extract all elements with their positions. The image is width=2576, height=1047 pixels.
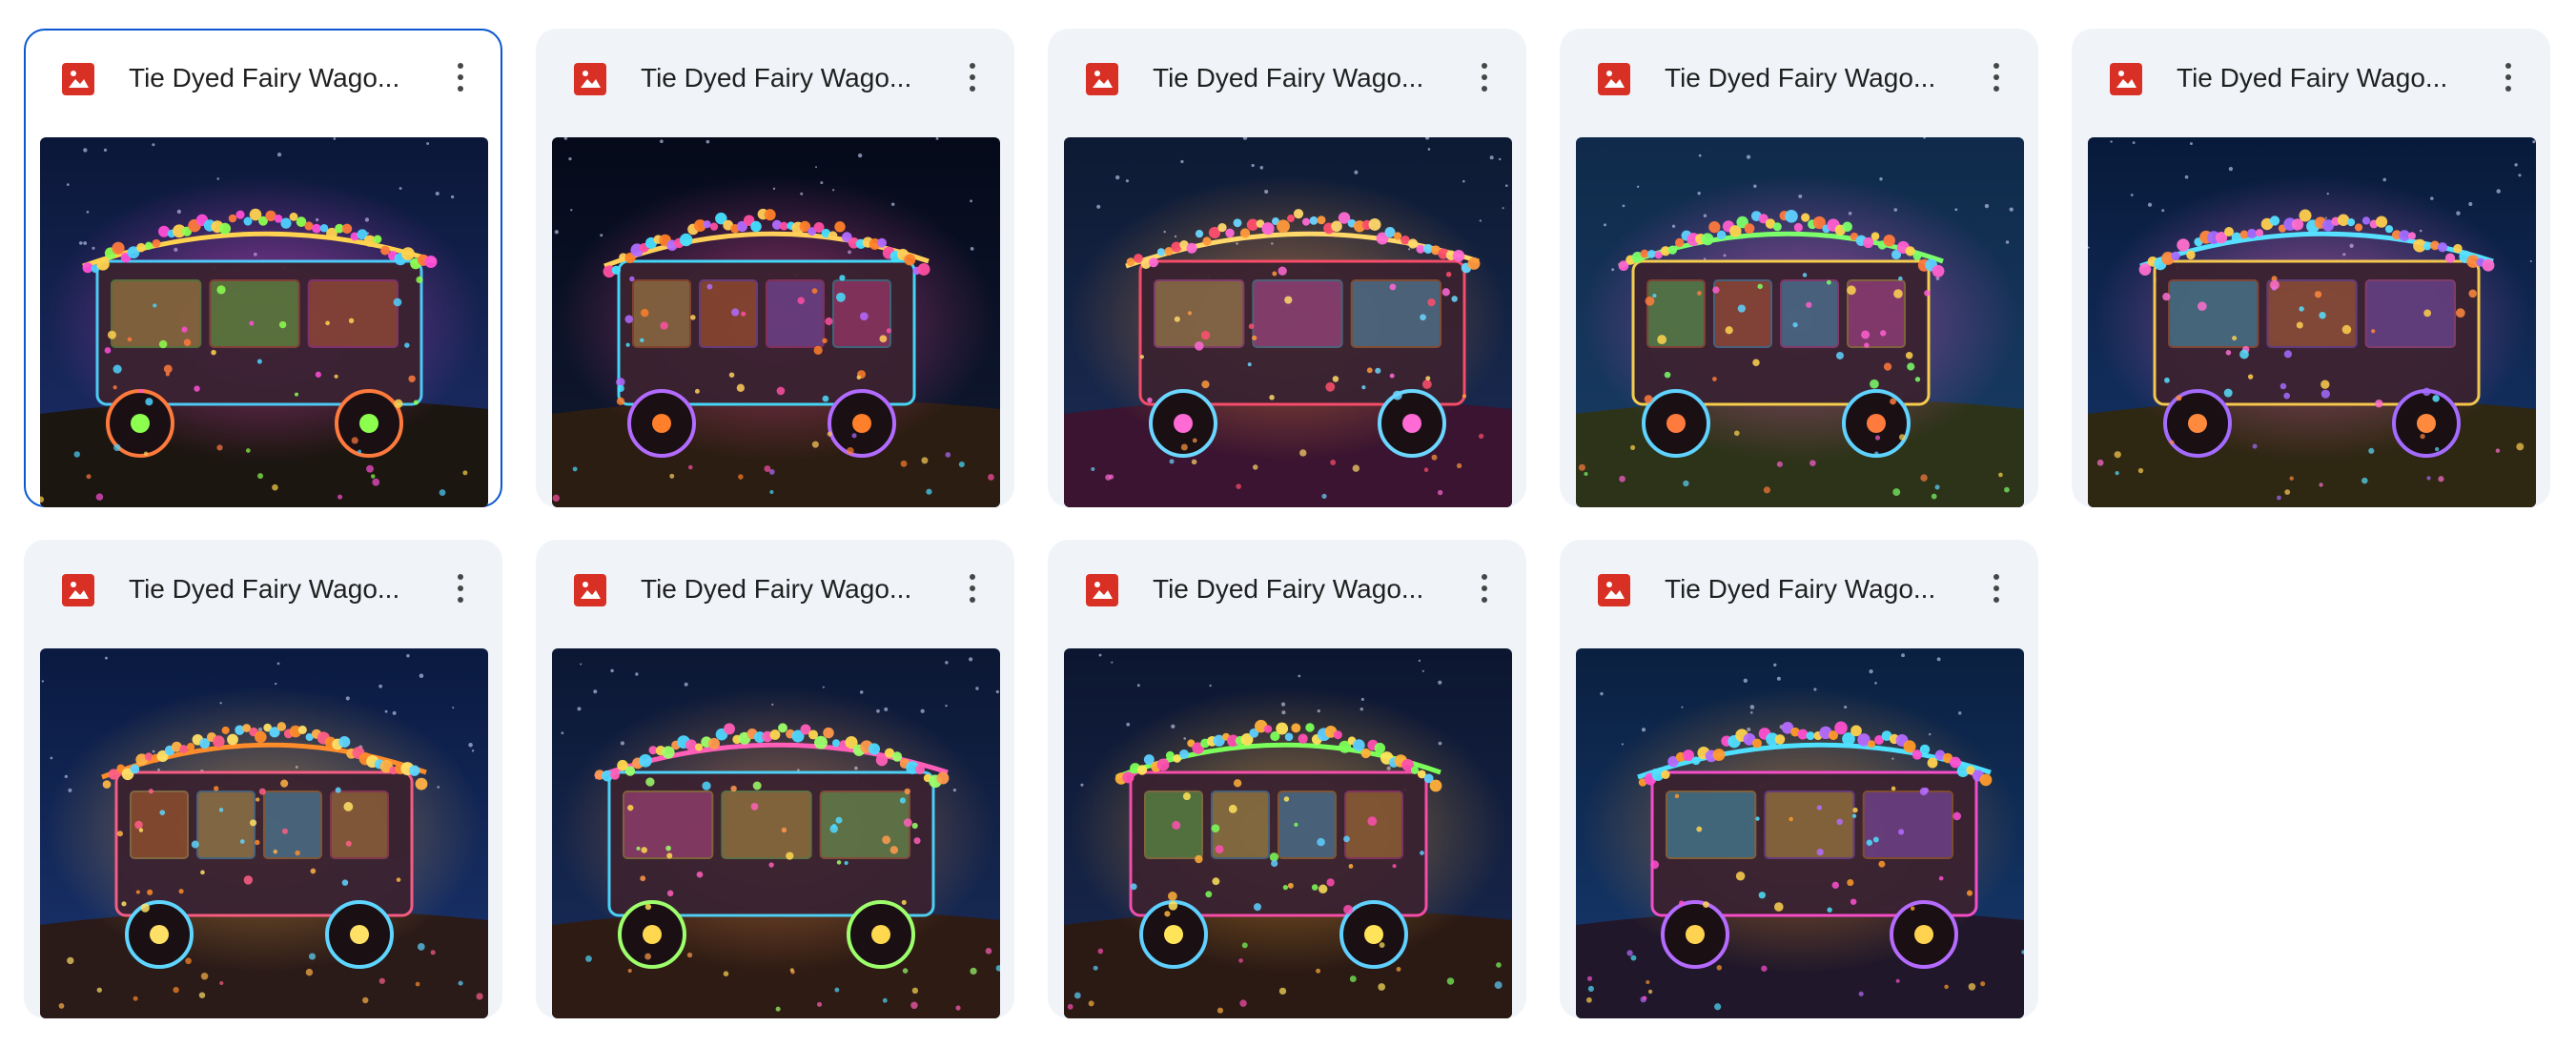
- image-file-icon: [574, 574, 606, 606]
- more-vert-icon: [1482, 574, 1487, 580]
- file-card-header: Tie Dyed Fairy Wago...: [1562, 31, 2036, 124]
- file-card[interactable]: Tie Dyed Fairy Wago...: [536, 29, 1014, 507]
- more-actions-button[interactable]: [1975, 56, 2017, 98]
- more-vert-icon: [1993, 574, 1999, 580]
- image-thumbnail[interactable]: [552, 648, 1000, 1018]
- more-actions-button[interactable]: [1463, 56, 1505, 98]
- more-vert-icon: [458, 574, 463, 580]
- image-thumbnail[interactable]: [1064, 648, 1512, 1018]
- file-card-header: Tie Dyed Fairy Wago...: [538, 542, 1012, 635]
- image-file-icon: [62, 63, 94, 95]
- image-thumbnail[interactable]: [1576, 648, 2024, 1018]
- file-card[interactable]: Tie Dyed Fairy Wago...: [24, 29, 502, 507]
- file-card-header: Tie Dyed Fairy Wago...: [2074, 31, 2548, 124]
- more-actions-button[interactable]: [1975, 567, 2017, 609]
- more-actions-button[interactable]: [951, 567, 993, 609]
- more-actions-button[interactable]: [440, 567, 481, 609]
- image-thumbnail[interactable]: [40, 137, 488, 507]
- file-card-header: Tie Dyed Fairy Wago...: [26, 542, 501, 635]
- file-card-header: Tie Dyed Fairy Wago...: [1050, 542, 1524, 635]
- file-title[interactable]: Tie Dyed Fairy Wago...: [129, 570, 415, 608]
- file-card-header: Tie Dyed Fairy Wago...: [1562, 542, 2036, 635]
- file-card[interactable]: Tie Dyed Fairy Wago...: [1560, 29, 2038, 507]
- more-vert-icon: [970, 574, 975, 580]
- file-grid: Tie Dyed Fairy Wago... Tie Dyed Fairy Wa…: [0, 0, 2576, 1047]
- image-thumbnail[interactable]: [40, 648, 488, 1018]
- file-card[interactable]: Tie Dyed Fairy Wago...: [1048, 29, 1526, 507]
- file-card-header: Tie Dyed Fairy Wago...: [538, 31, 1012, 124]
- image-thumbnail[interactable]: [1576, 137, 2024, 507]
- more-actions-button[interactable]: [1463, 567, 1505, 609]
- file-card-header: Tie Dyed Fairy Wago...: [26, 31, 501, 124]
- more-vert-icon: [1482, 63, 1487, 69]
- more-vert-icon: [458, 63, 463, 69]
- file-title[interactable]: Tie Dyed Fairy Wago...: [1153, 570, 1439, 608]
- file-title[interactable]: Tie Dyed Fairy Wago...: [1665, 570, 1951, 608]
- file-title[interactable]: Tie Dyed Fairy Wago...: [641, 59, 927, 97]
- file-card[interactable]: Tie Dyed Fairy Wago...: [536, 540, 1014, 1018]
- file-card[interactable]: Tie Dyed Fairy Wago...: [24, 540, 502, 1018]
- file-title[interactable]: Tie Dyed Fairy Wago...: [641, 570, 927, 608]
- more-actions-button[interactable]: [440, 56, 481, 98]
- image-file-icon: [574, 63, 606, 95]
- image-file-icon: [2110, 63, 2142, 95]
- file-title[interactable]: Tie Dyed Fairy Wago...: [2177, 59, 2463, 97]
- file-title[interactable]: Tie Dyed Fairy Wago...: [1665, 59, 1951, 97]
- image-thumbnail[interactable]: [1064, 137, 1512, 507]
- image-thumbnail[interactable]: [2088, 137, 2536, 507]
- file-card-header: Tie Dyed Fairy Wago...: [1050, 31, 1524, 124]
- file-card[interactable]: Tie Dyed Fairy Wago...: [1560, 540, 2038, 1018]
- more-actions-button[interactable]: [951, 56, 993, 98]
- more-actions-button[interactable]: [2487, 56, 2529, 98]
- image-file-icon: [1086, 574, 1118, 606]
- image-file-icon: [62, 574, 94, 606]
- more-vert-icon: [1993, 63, 1999, 69]
- image-thumbnail[interactable]: [552, 137, 1000, 507]
- image-file-icon: [1598, 574, 1630, 606]
- image-file-icon: [1598, 63, 1630, 95]
- file-title[interactable]: Tie Dyed Fairy Wago...: [129, 59, 415, 97]
- more-vert-icon: [2505, 63, 2511, 69]
- file-card[interactable]: Tie Dyed Fairy Wago...: [1048, 540, 1526, 1018]
- file-title[interactable]: Tie Dyed Fairy Wago...: [1153, 59, 1439, 97]
- file-card[interactable]: Tie Dyed Fairy Wago...: [2072, 29, 2550, 507]
- image-file-icon: [1086, 63, 1118, 95]
- more-vert-icon: [970, 63, 975, 69]
